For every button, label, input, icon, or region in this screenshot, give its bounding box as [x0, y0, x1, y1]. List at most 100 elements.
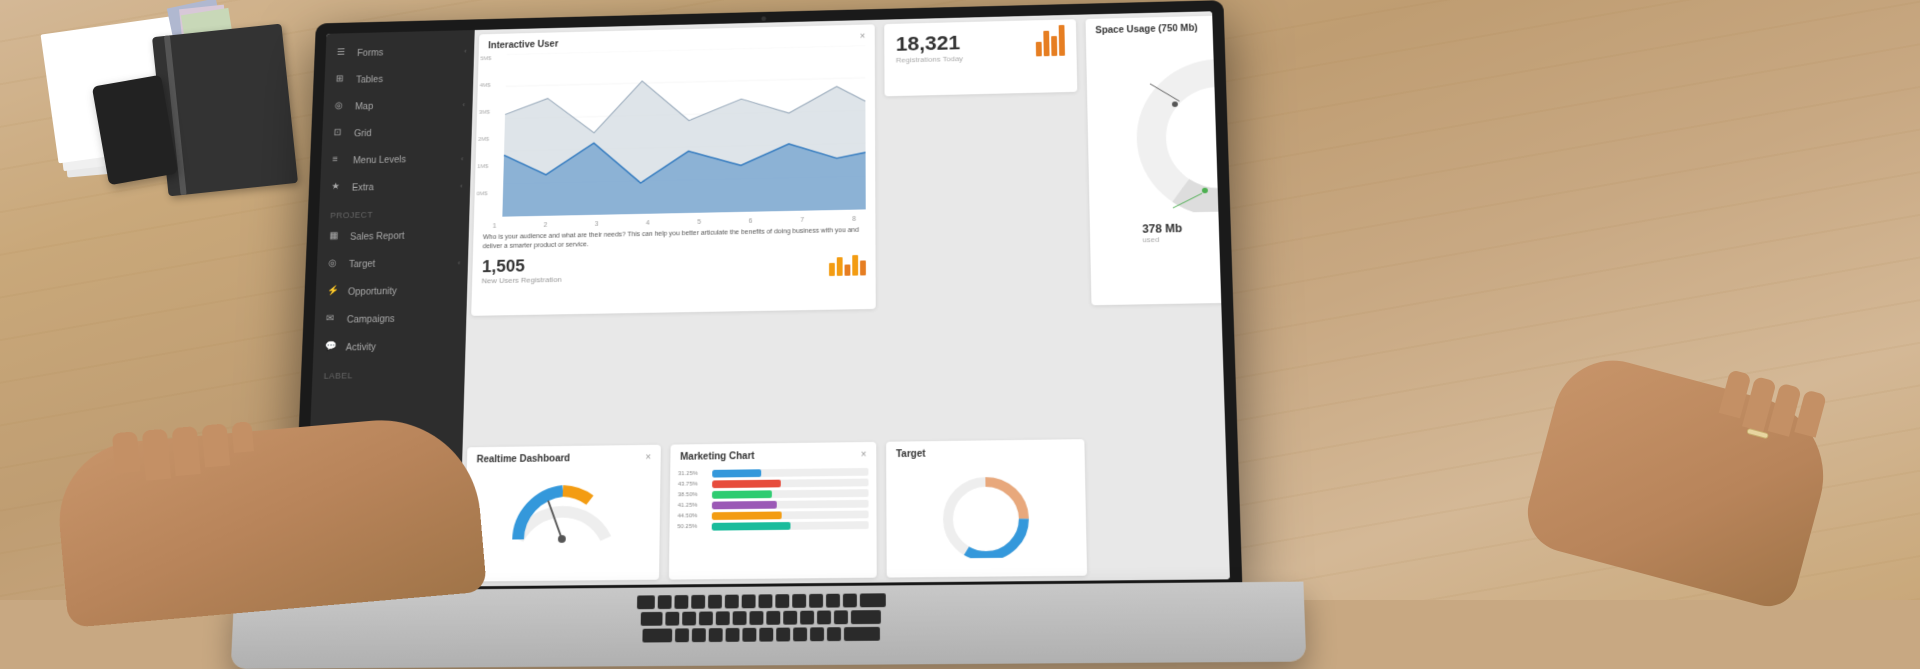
reg-number: 18,321 [896, 31, 963, 56]
marketing-row-2: 43.75% [678, 479, 869, 489]
sidebar-item-forms[interactable]: ☰ Forms ‹ [325, 37, 474, 67]
marketing-row-5: 44.50% [677, 510, 868, 520]
pct-label-2: 43.75% [678, 481, 712, 487]
stat-label: New Users Registration [482, 275, 562, 285]
map-pin-icon: ◎ [334, 101, 348, 114]
mini-bar-5 [860, 260, 866, 275]
space-card-header: Space Usage (750 Mb) [1086, 12, 1230, 39]
reg-bar-2 [1043, 30, 1049, 55]
reg-stat: 18,321 Registrations Today [896, 31, 963, 64]
key-period [810, 627, 824, 641]
sidebar-item-sales-report[interactable]: ▦ Sales Report [318, 221, 470, 251]
activity-icon: 💬 [325, 341, 339, 354]
key-e [691, 595, 705, 609]
key-enter [851, 610, 881, 624]
marketing-title: Marketing Chart [680, 451, 754, 462]
key-k [783, 611, 797, 625]
area-chart-svg [483, 45, 865, 217]
sidebar-item-target[interactable]: ◎ Target ‹ [316, 248, 468, 278]
sidebar-item-opportunity[interactable]: ⚡ Opportunity [315, 276, 467, 306]
key-z [675, 628, 689, 642]
space-arc-svg-container [1086, 33, 1230, 223]
stat-number: 1,505 [482, 256, 562, 277]
card-interactive-title: Interactive User [488, 39, 558, 51]
key-tab [637, 595, 655, 609]
y-label-4m: 4M$ [480, 83, 491, 89]
key-m [776, 628, 790, 642]
mini-bar-4 [852, 255, 858, 276]
sidebar-item-extra[interactable]: ★ Extra ‹ [320, 172, 471, 202]
chevron-icon: ‹ [461, 154, 464, 162]
key-r [708, 595, 722, 609]
sidebar-item-map[interactable]: ◎ Map ‹ [323, 91, 473, 121]
key-n [759, 628, 773, 642]
card-footer: 1,505 New Users Registration [472, 246, 876, 291]
key-s [682, 612, 696, 626]
key-p [809, 594, 823, 608]
menu-icon: ≡ [332, 155, 346, 168]
reg-bar-4 [1059, 25, 1065, 56]
mini-bar-3 [845, 264, 851, 275]
key-backspace [859, 593, 885, 607]
target-title: Target [896, 449, 926, 460]
marketing-close[interactable]: × [861, 450, 867, 461]
list-icon: ☰ [337, 47, 350, 60]
pct-bar-fill-2 [712, 480, 780, 489]
reg-mini-bars [1036, 34, 1065, 56]
space-donut-chart [1120, 43, 1230, 213]
key-t [724, 595, 738, 609]
target-content [886, 461, 1087, 566]
marketing-header: Marketing Chart × [670, 442, 876, 467]
y-label-1m: 1M$ [477, 164, 488, 170]
key-l [800, 611, 814, 625]
target-icon: ◎ [328, 258, 342, 271]
table-icon: ⊞ [335, 74, 348, 87]
pct-bar-fill-4 [712, 501, 776, 509]
key-lbracket [826, 594, 840, 608]
card-target: Target [886, 439, 1087, 577]
sidebar-section-project: Project [319, 199, 470, 224]
realtime-close[interactable]: × [645, 452, 651, 463]
card-interactive-close[interactable]: × [860, 32, 866, 42]
key-f [716, 611, 730, 625]
key-comma [793, 627, 807, 641]
key-b [742, 628, 756, 642]
key-h [749, 611, 763, 625]
grid-icon: ⊡ [333, 128, 347, 141]
key-caps [641, 612, 663, 626]
space-stats: 378 Mb used 260 Mb available [1090, 218, 1230, 245]
space-used-label: used [1142, 235, 1182, 244]
realtime-gauge-svg [503, 471, 621, 549]
sidebar-item-tables[interactable]: ⊞ Tables [324, 64, 474, 94]
reg-bar-3 [1051, 36, 1057, 56]
reg-label: Registrations Today [896, 55, 963, 65]
hand-left [53, 412, 487, 628]
pct-label-4: 41.25% [678, 503, 712, 509]
pct-bar-wrap-1 [712, 468, 868, 478]
sidebar-item-grid[interactable]: ⊡ Grid [322, 118, 472, 148]
card-space-usage: Space Usage (750 Mb) [1086, 12, 1230, 305]
realtime-gauge [464, 467, 660, 554]
chevron-icon: ‹ [464, 47, 467, 55]
key-c [708, 628, 722, 642]
key-u [758, 594, 772, 608]
sidebar-item-menu-levels[interactable]: ≡ Menu Levels ‹ [321, 145, 472, 175]
mini-bar-1 [829, 263, 835, 276]
key-w [674, 595, 688, 609]
key-rshift [843, 627, 879, 641]
sidebar-section-label: Label [312, 360, 465, 385]
sidebar-item-activity[interactable]: 💬 Activity [313, 332, 466, 362]
pct-bar-wrap-6 [712, 521, 869, 530]
marketing-row-4: 41.25% [678, 500, 869, 510]
y-label-0m: 0M$ [476, 191, 487, 197]
pct-bar-wrap-5 [712, 510, 869, 520]
y-label-5m: 5M$ [480, 56, 491, 62]
pct-bar-wrap-4 [712, 500, 869, 510]
pct-bar-fill-1 [712, 469, 761, 477]
key-y [741, 594, 755, 608]
card-registration: 18,321 Registrations Today [884, 19, 1077, 96]
realtime-title: Realtime Dashboard [476, 454, 570, 466]
sidebar-item-campaigns[interactable]: ✉ Campaigns [314, 304, 467, 334]
key-o [792, 594, 806, 608]
pct-bar-wrap-2 [712, 479, 868, 489]
